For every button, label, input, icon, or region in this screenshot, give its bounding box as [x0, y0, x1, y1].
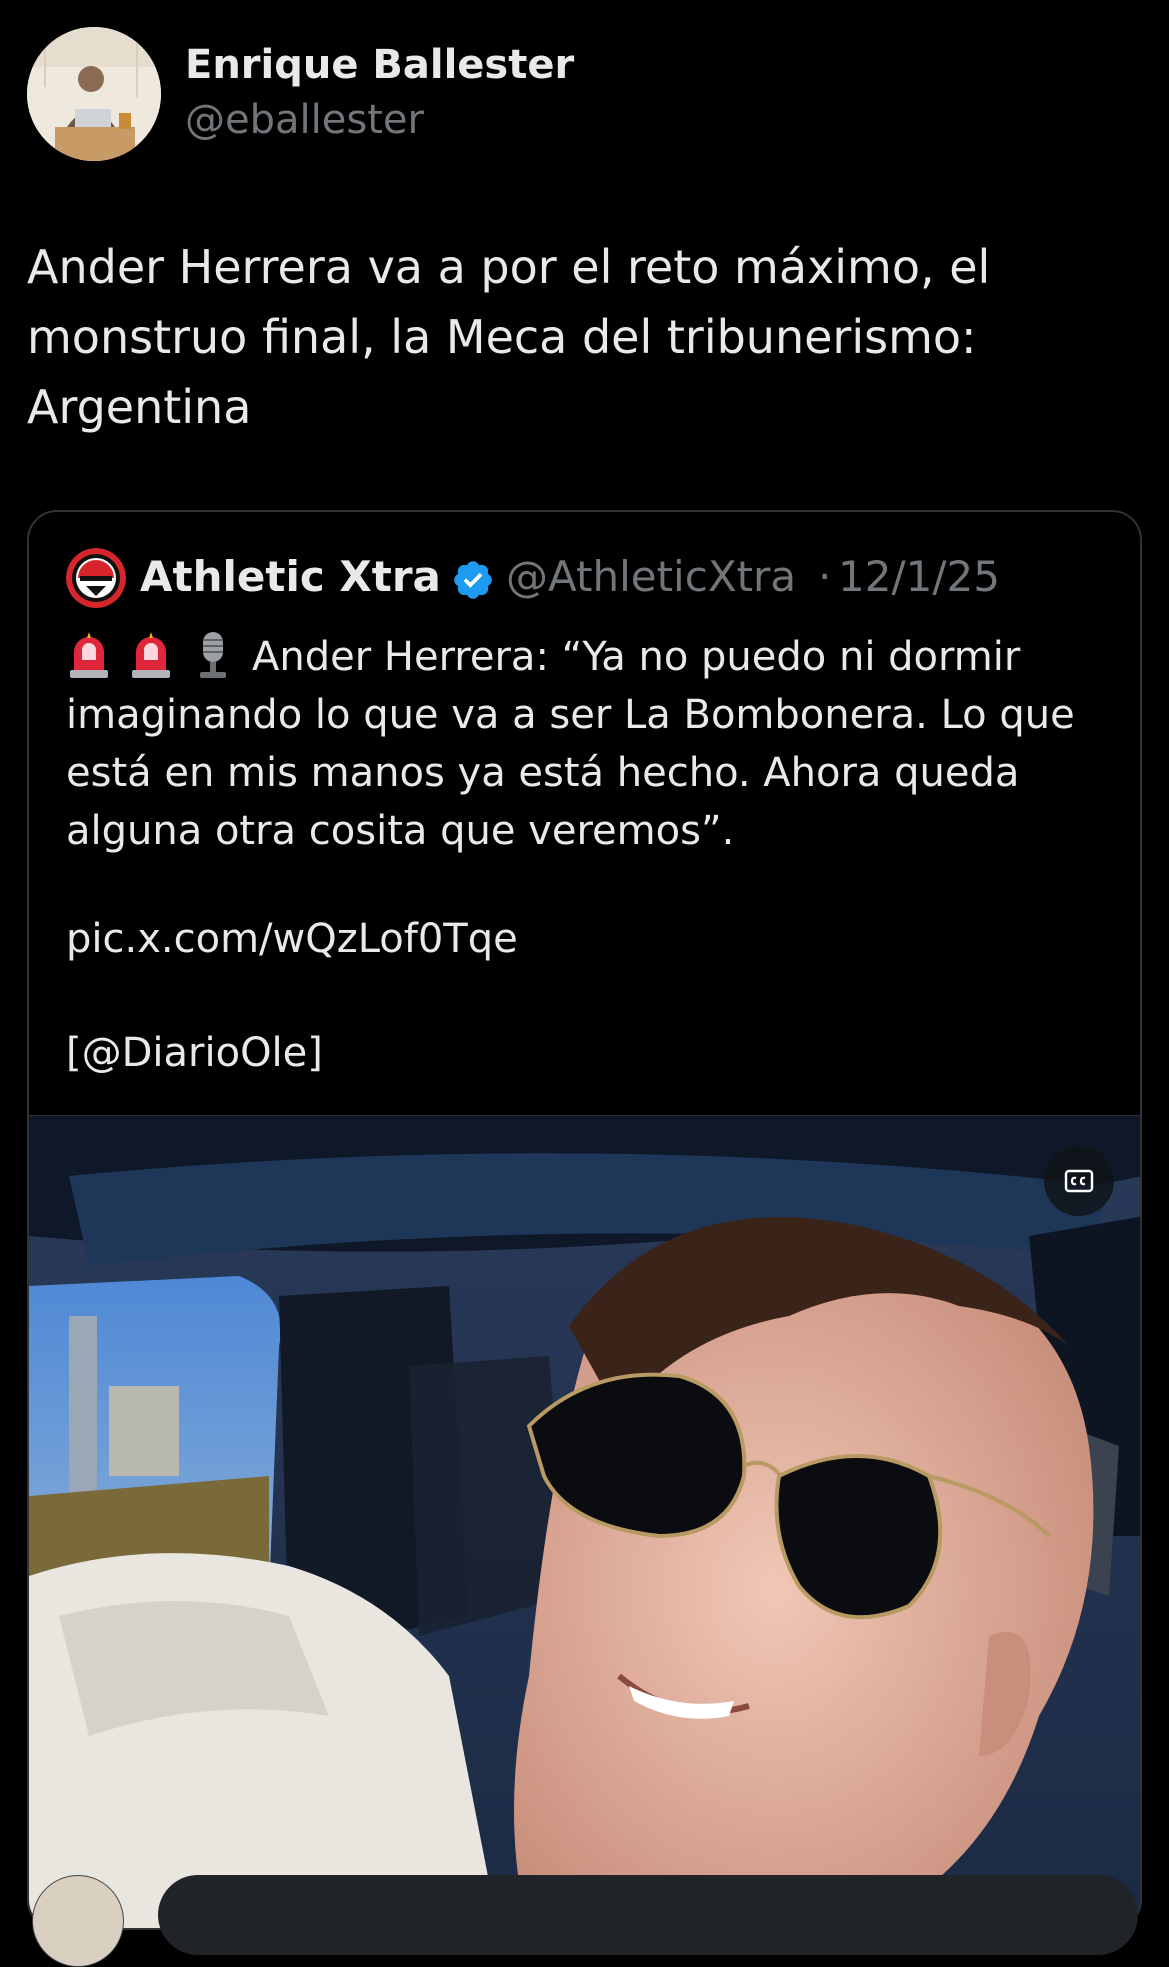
- post-text: Ander Herrera va a por el reto máximo, e…: [27, 232, 1137, 442]
- quoted-tweet-text: Ander Herrera: “Ya no puedo ni dormir im…: [66, 628, 1126, 860]
- source-credit[interactable]: [@DiarioOle]: [66, 1030, 323, 1076]
- quoted-text-line: alguna otra cosita que veremos”.: [66, 808, 735, 854]
- closed-captions-icon: [1064, 1169, 1094, 1193]
- quoted-tweet-card[interactable]: Athletic Xtra @AthleticXtra · 12/1/25 An…: [27, 510, 1142, 1930]
- post-text-line: Ander Herrera va a por el reto máximo, e…: [27, 240, 991, 294]
- tweet-header: Enrique Ballester @eballester: [27, 27, 1127, 161]
- quoted-author-handle[interactable]: @AthleticXtra: [506, 552, 796, 601]
- reply-avatar: [32, 1875, 124, 1967]
- quoted-text-line: está en mis manos ya está hecho. Ahora q…: [66, 750, 1020, 796]
- quoted-author-name[interactable]: Athletic Xtra: [140, 552, 441, 601]
- police-light-icon: [132, 632, 170, 678]
- video-frame: [29, 1116, 1140, 1928]
- quoted-text-line: Ander Herrera: “Ya no puedo ni dormir: [252, 634, 1021, 680]
- microphone-icon: [200, 632, 226, 678]
- quoted-text-line: imaginando lo que va a ser La Bombonera.…: [66, 692, 1075, 738]
- author-avatar[interactable]: [27, 27, 161, 161]
- video-player[interactable]: [29, 1115, 1140, 1928]
- media-link[interactable]: pic.x.com/wQzLof0Tqe: [66, 916, 518, 962]
- quoted-tweet-date[interactable]: 12/1/25: [838, 552, 1000, 601]
- police-light-icon: [70, 632, 108, 678]
- quoted-text-line-1: Ander Herrera: “Ya no puedo ni dormir: [66, 628, 1126, 686]
- post-text-line: Argentina: [27, 380, 252, 434]
- verified-badge-icon: [454, 561, 492, 599]
- quoted-tweet-header: Athletic Xtra @AthleticXtra · 12/1/25: [66, 548, 1126, 608]
- separator-dot: ·: [818, 552, 832, 601]
- reply-input[interactable]: [158, 1875, 1138, 1955]
- author-name[interactable]: Enrique Ballester: [185, 42, 574, 88]
- author-handle[interactable]: @eballester: [185, 97, 424, 143]
- post-text-line: monstruo final, la Meca del tribunerismo…: [27, 310, 977, 364]
- quoted-author-avatar[interactable]: [66, 548, 126, 608]
- closed-captions-button[interactable]: [1044, 1146, 1114, 1216]
